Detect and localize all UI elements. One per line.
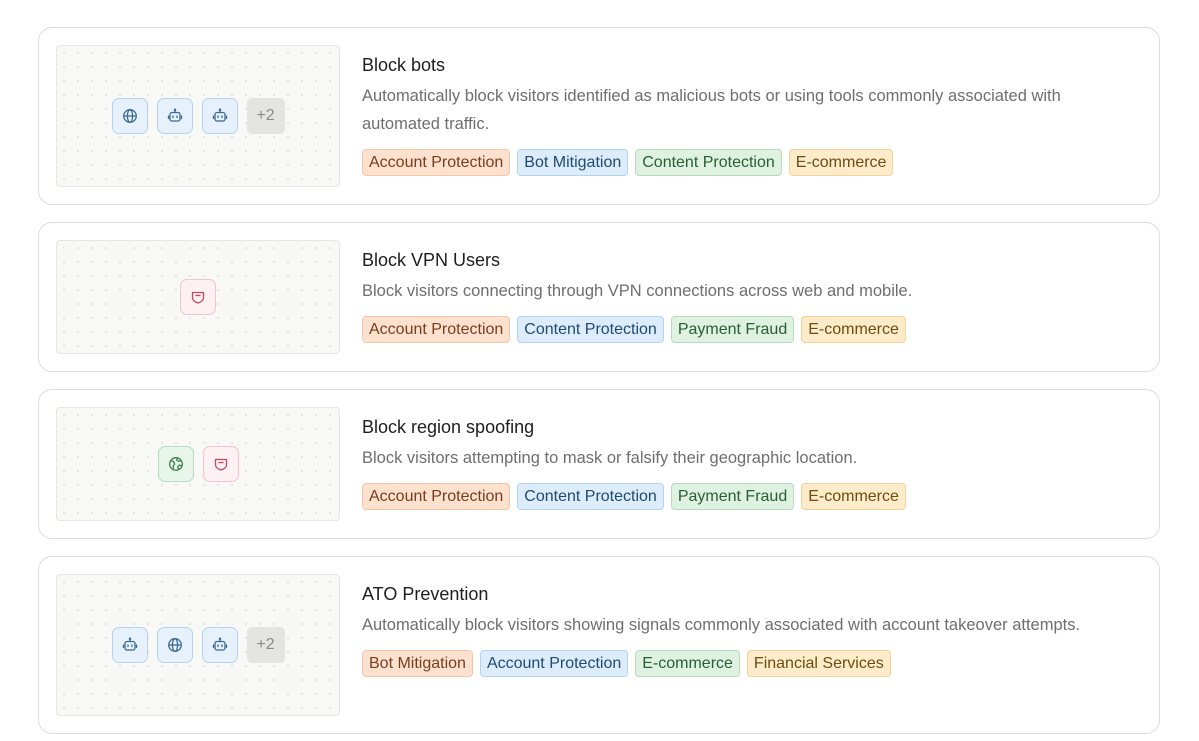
rule-title: Block VPN Users (362, 250, 501, 270)
rule-card-block-region-spoofing[interactable]: Block region spoofing Block visitors att… (38, 389, 1160, 539)
rule-tag: Bot Mitigation (362, 650, 473, 677)
rule-tag: Content Protection (635, 149, 782, 176)
rule-tag: E-commerce (788, 149, 894, 176)
rule-description: Block visitors attempting to mask or fal… (362, 449, 858, 467)
vpn-shield-icon (190, 289, 206, 305)
rule-tag: E-commerce (801, 483, 906, 510)
rule-thumbnail: +2 (56, 45, 340, 187)
bot-icon-tile (156, 98, 193, 134)
rule-card-block-bots[interactable]: +2 Block bots Automatically block visito… (38, 27, 1160, 205)
globe-icon-tile (111, 98, 148, 134)
rule-tag: Financial Services (746, 650, 891, 677)
rule-tag: Content Protection (517, 316, 664, 343)
bot-icon (212, 108, 228, 124)
rule-content: Block region spoofing Block visitors att… (362, 416, 1135, 510)
bot-icon (212, 637, 228, 653)
rule-content: Block VPN Users Block visitors connectin… (362, 249, 1135, 343)
rule-tag: Payment Fraud (670, 483, 795, 510)
rule-tag: Content Protection (517, 483, 664, 510)
rule-description: Automatically block visitors showing sig… (362, 616, 1081, 634)
rule-content: Block bots Automatically block visitors … (362, 54, 1135, 176)
vpn-shield-icon-tile (202, 446, 239, 482)
rule-card-ato-prevention[interactable]: +2 ATO Prevention Automatically block vi… (38, 556, 1160, 734)
rule-thumbnail (56, 407, 340, 521)
globe-icon (167, 637, 183, 653)
rule-tag: E-commerce (801, 316, 906, 343)
rule-tags: Account Protection Bot Mitigation Content … (362, 149, 1135, 176)
rule-tag: Account Protection (362, 149, 511, 176)
rule-title: ATO Prevention (362, 584, 489, 604)
rule-description: Block visitors connecting through VPN co… (362, 282, 913, 300)
rule-tag: Bot Mitigation (517, 149, 629, 176)
vpn-shield-icon-tile (180, 279, 216, 315)
rule-thumbnail (56, 240, 340, 354)
rule-tags: Account Protection Content Protection Paym… (362, 316, 1135, 343)
more-icons-badge: +2 (246, 627, 285, 663)
more-icons-badge: +2 (246, 98, 285, 134)
rule-tag: Payment Fraud (670, 316, 795, 343)
bot-icon-tile (201, 98, 238, 134)
vpn-shield-icon (213, 456, 229, 472)
rule-description: Automatically block visitors identified … (362, 87, 1061, 133)
rule-tag: Account Protection (362, 316, 511, 343)
earth-icon-tile (157, 446, 194, 482)
rule-tags: Account Protection Content Protection Paym… (362, 483, 1135, 510)
rule-card-block-vpn-users[interactable]: Block VPN Users Block visitors connectin… (38, 222, 1160, 372)
bot-icon (122, 637, 138, 653)
rule-content: ATO Prevention Automatically block visit… (362, 583, 1135, 677)
earth-icon (168, 456, 184, 472)
rule-tag: Account Protection (479, 650, 629, 677)
globe-icon (122, 108, 138, 124)
rule-tags: Bot Mitigation Account Protection E-commer… (362, 650, 1135, 677)
rule-thumbnail: +2 (56, 574, 340, 716)
bot-icon (167, 108, 183, 124)
rule-title: Block bots (362, 55, 446, 75)
rule-card-list: +2 Block bots Automatically block visito… (0, 0, 1199, 741)
rule-tag: Account Protection (362, 483, 511, 510)
globe-icon-tile (156, 627, 193, 663)
rule-tag: E-commerce (635, 650, 740, 677)
bot-icon-tile (111, 627, 148, 663)
bot-icon-tile (201, 627, 238, 663)
rule-title: Block region spoofing (362, 417, 535, 437)
